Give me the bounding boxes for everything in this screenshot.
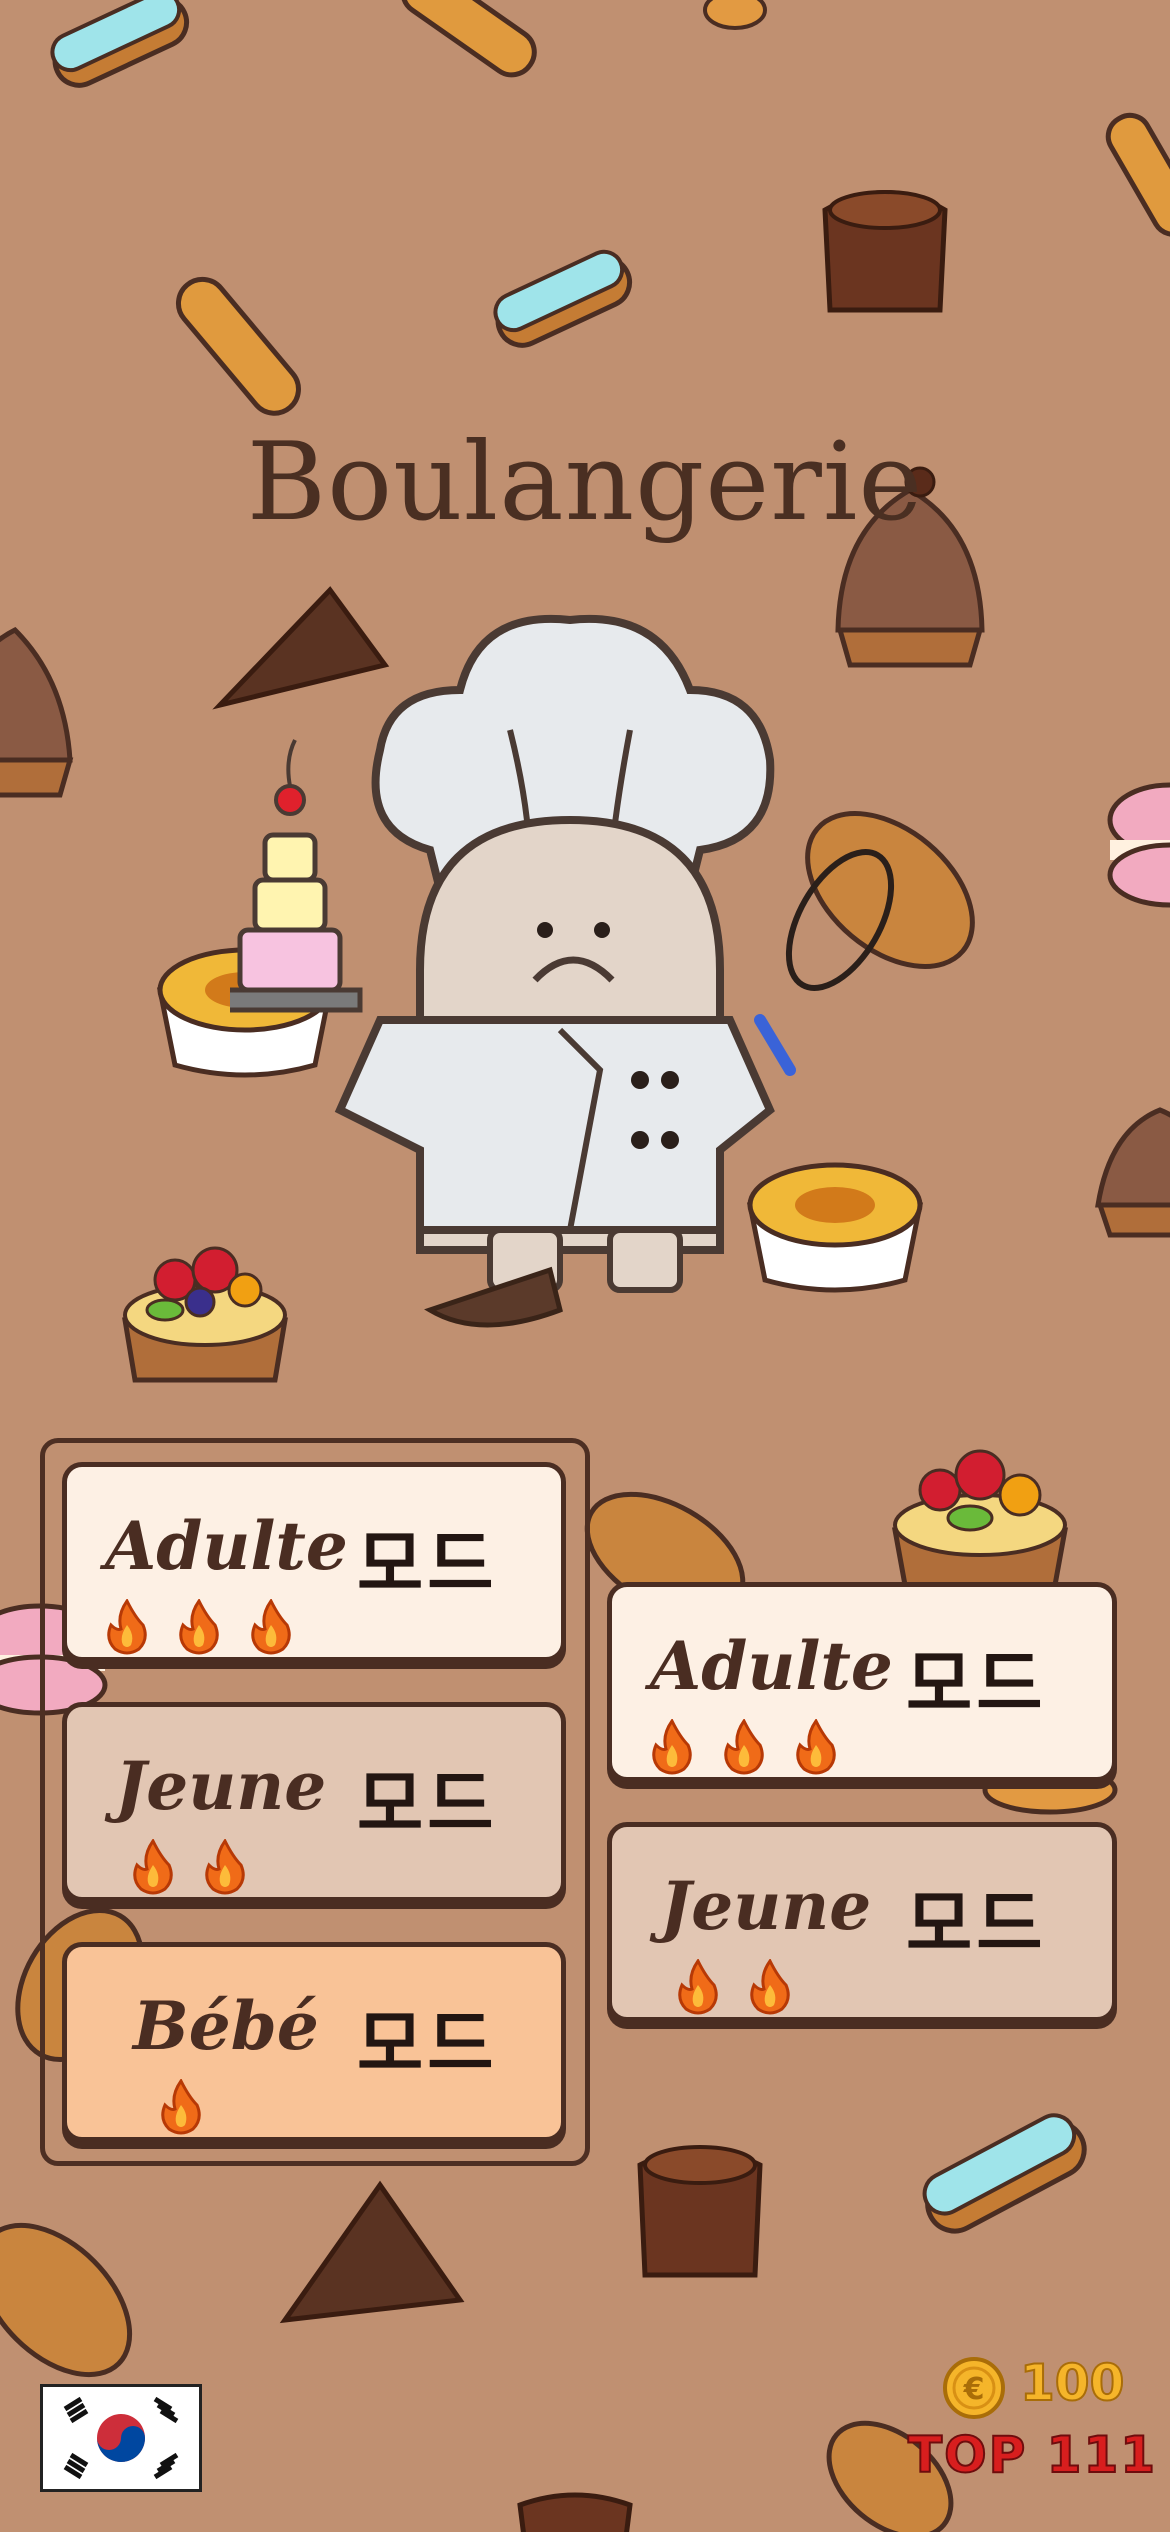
difficulty-flames (676, 1959, 820, 2015)
flame-icon (161, 2079, 201, 2135)
flame-icon (179, 1599, 219, 1655)
difficulty-flames (131, 1839, 275, 1895)
chef-character (230, 614, 895, 1328)
mode-card-jeune-right[interactable]: Jeune 모드 (607, 1822, 1117, 2022)
mode-suffix: 모드 (357, 1762, 498, 1846)
mode-card-jeune-left[interactable]: Jeune 모드 (62, 1702, 566, 1902)
difficulty-flames (159, 2079, 231, 2135)
mode-label: Bébé (133, 1987, 319, 2065)
flame-icon (724, 1719, 764, 1775)
mode-suffix: 모드 (357, 1522, 498, 1606)
flame-icon (678, 1959, 718, 2015)
difficulty-flames (105, 1599, 321, 1655)
mode-suffix: 모드 (357, 2002, 498, 2086)
coin-icon: € (943, 2357, 1005, 2419)
mode-card-bebe-left[interactable]: Bébé 모드 (62, 1942, 566, 2142)
mode-suffix: 모드 (906, 1882, 1047, 1966)
coin-count: 100 (1019, 2353, 1125, 2413)
flame-icon (796, 1719, 836, 1775)
mode-label: Adulte (650, 1627, 893, 1705)
flame-icon (750, 1959, 790, 2015)
flame-icon (652, 1719, 692, 1775)
mode-card-adulte-left[interactable]: Adulte 모드 (62, 1462, 566, 1662)
mode-label: Adulte (105, 1507, 348, 1585)
svg-text:€: € (963, 2372, 985, 2407)
flame-icon (107, 1599, 147, 1655)
difficulty-flames (650, 1719, 866, 1775)
flame-icon (133, 1839, 173, 1895)
ranking-label[interactable]: TOP 111 (907, 2425, 1157, 2485)
flame-icon (251, 1599, 291, 1655)
mode-suffix: 모드 (906, 1642, 1047, 1726)
mode-label: Jeune (660, 1867, 872, 1945)
language-flag-button[interactable] (40, 2384, 202, 2492)
flame-icon (205, 1839, 245, 1895)
korea-flag-icon (43, 2387, 199, 2489)
game-title: Boulangerie (246, 420, 924, 545)
mode-card-adulte-right[interactable]: Adulte 모드 (607, 1582, 1117, 1782)
mode-label: Jeune (115, 1747, 327, 1825)
